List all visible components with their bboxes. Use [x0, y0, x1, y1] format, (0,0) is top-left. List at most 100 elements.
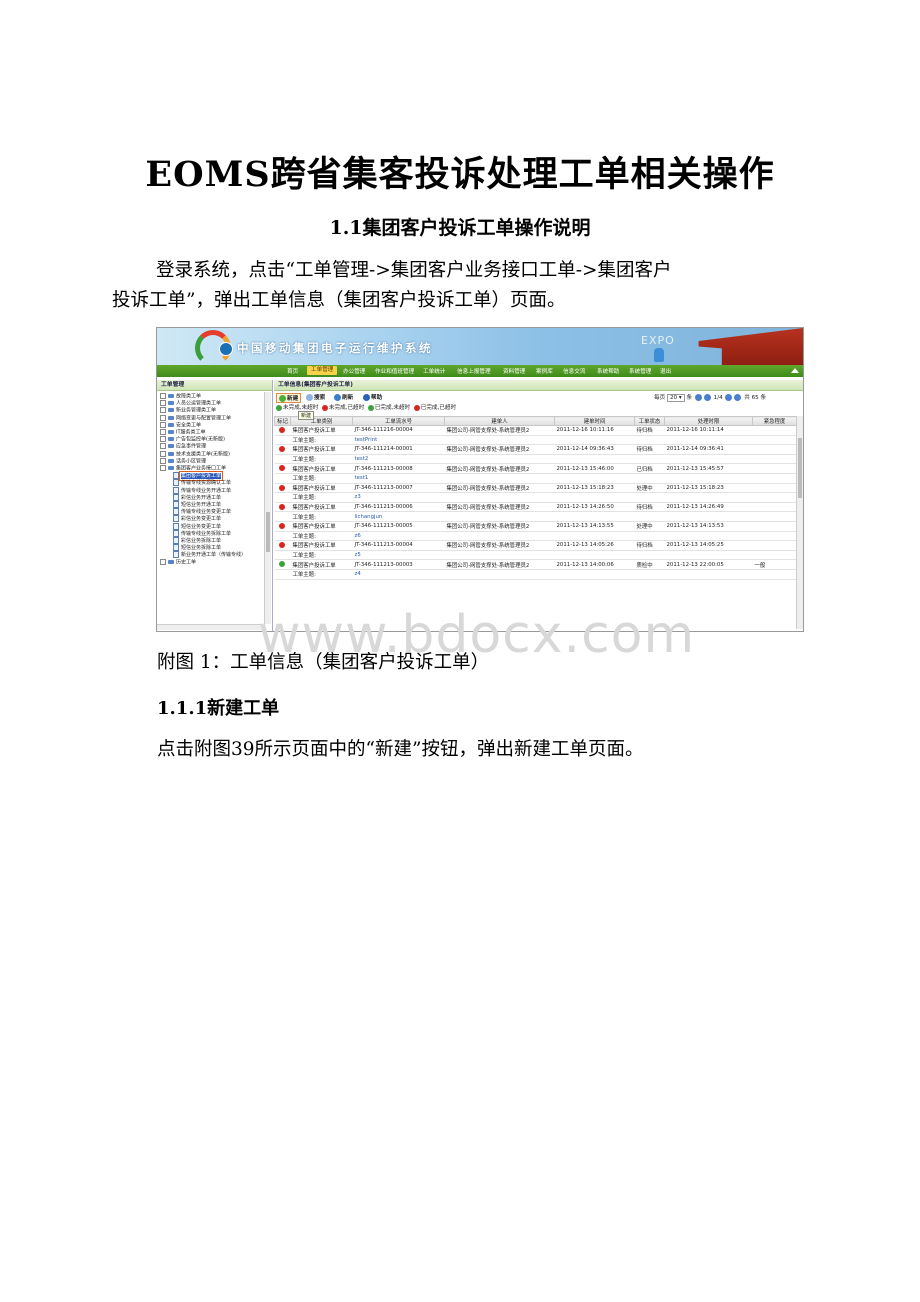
- subject-link[interactable]: test2: [352, 454, 797, 465]
- embedded-screenshot: 中国移动集团电子运行维护系统 EXPO 首页 工单管理 办公管理 作业和值班管理 工单统…: [156, 327, 804, 632]
- subject-link[interactable]: testPrint: [352, 435, 797, 446]
- cell-type: 集团客户投诉工单: [290, 444, 353, 455]
- subject-link[interactable]: z4: [352, 569, 797, 580]
- document-icon: [173, 501, 179, 508]
- column-header[interactable]: 建单时间: [554, 416, 635, 426]
- expand-icon[interactable]: [160, 450, 166, 457]
- menu-item[interactable]: 工单管理: [307, 366, 338, 375]
- next-page-icon[interactable]: [725, 394, 733, 401]
- empty-cell: [274, 531, 291, 542]
- table-row[interactable]: 集团客户投诉工单 JT-346-111213-00004 集团公司-网管支撑处-系统…: [274, 540, 797, 551]
- refresh-button[interactable]: 刷新: [334, 393, 353, 401]
- expand-icon[interactable]: [160, 414, 166, 421]
- left-scroll-thumb[interactable]: [266, 512, 270, 552]
- menu-item[interactable]: 系统帮助: [597, 367, 619, 375]
- search-button[interactable]: 搜索: [306, 393, 325, 401]
- legend-item: 已完成,已超时: [420, 405, 457, 411]
- table-row[interactable]: 集团客户投诉工单 JT-346-111213-00006 集团公司-网管支撑处-系统…: [274, 502, 797, 513]
- expand-icon[interactable]: [160, 421, 166, 428]
- prev-page-icon[interactable]: [703, 394, 711, 401]
- table-row[interactable]: 集团客户投诉工单 JT-346-111216-00004 集团公司-网管支撑处-系统…: [274, 425, 797, 436]
- table-row-subject[interactable]: 工单主题: z6: [274, 531, 797, 542]
- status-legend: 未完成,未超时 未完成,已超时 已完成,未超时 已完成,已超时: [276, 403, 456, 411]
- menu-item[interactable]: 资料管理: [503, 367, 525, 375]
- cell-state: 待归档: [634, 425, 665, 436]
- app-banner: 中国移动集团电子运行维护系统 EXPO: [157, 328, 803, 366]
- subject-link[interactable]: z3: [352, 492, 797, 503]
- column-header[interactable]: 工单状态: [634, 416, 665, 426]
- column-header[interactable]: 工单流水号: [352, 416, 445, 426]
- table-row-subject[interactable]: 工单主题: z3: [274, 492, 797, 503]
- cell-created: 2011-12-13 14:13:55: [554, 521, 635, 532]
- menu-item[interactable]: 案例库: [536, 367, 553, 375]
- folder-icon: [168, 451, 174, 456]
- subject-link[interactable]: z5: [352, 550, 797, 561]
- table-scroll-thumb[interactable]: [798, 438, 802, 498]
- subject-link[interactable]: z6: [352, 531, 797, 542]
- table-row[interactable]: 集团客户投诉工单 JT-346-111213-00007 集团公司-网管支撑处-系统…: [274, 483, 797, 494]
- column-header[interactable]: 处理时限: [664, 416, 753, 426]
- table-row-subject[interactable]: 工单主题: z4: [274, 569, 797, 580]
- cell-creator: 集团公司-网管支撑处-系统管理员2: [444, 521, 555, 532]
- expand-icon[interactable]: [160, 400, 166, 407]
- intro-line-2: 投诉工单”，弹出工单信息（集团客户投诉工单）页面。: [112, 290, 566, 311]
- expand-icon[interactable]: [160, 436, 166, 443]
- cell-state: 处理中: [634, 521, 665, 532]
- tree-item-label: 人员公运管理类工单: [176, 400, 222, 407]
- expand-icon[interactable]: [160, 465, 166, 471]
- menu-item[interactable]: 首页: [287, 367, 298, 375]
- expand-icon[interactable]: [160, 407, 166, 414]
- first-page-icon[interactable]: [694, 394, 702, 401]
- menu-item[interactable]: 信息上报管理: [457, 367, 491, 375]
- total-count: 共 65 条: [744, 395, 767, 401]
- menu-item[interactable]: 办公管理: [343, 367, 365, 375]
- new-button-tooltip: 新建: [298, 411, 315, 420]
- menu-item[interactable]: 工单统计: [423, 367, 445, 375]
- expand-icon[interactable]: [160, 393, 166, 399]
- subject-label: 工单主题:: [290, 435, 353, 446]
- cell-creator: 集团公司-网管支撑处-系统管理员2: [444, 559, 555, 570]
- search-icon: [306, 394, 313, 401]
- expand-icon[interactable]: [160, 558, 166, 565]
- per-page-select[interactable]: 20 ▾: [666, 394, 685, 402]
- column-header[interactable]: 紧急程度: [752, 416, 797, 426]
- folder-icon: [168, 444, 174, 449]
- cell-created: 2011-12-13 15:46:00: [554, 463, 635, 474]
- status-cell: [274, 463, 291, 474]
- cell-urgency: 一般: [752, 559, 797, 570]
- menu-item[interactable]: 退出: [660, 367, 671, 375]
- column-header[interactable]: 建单人: [444, 416, 555, 426]
- status-overdue-icon: [279, 446, 285, 453]
- table-scrollbar[interactable]: [796, 416, 803, 629]
- table-row-subject[interactable]: 工单主题: z5: [274, 550, 797, 561]
- subject-label: 工单主题:: [290, 531, 353, 542]
- subject-link[interactable]: lichangjun: [352, 511, 797, 522]
- empty-cell: [274, 435, 291, 446]
- table-row[interactable]: 集团客户投诉工单 JT-346-111213-00008 集团公司-网管支撑处-系统…: [274, 463, 797, 474]
- table-row-subject[interactable]: 工单主题: testPrint: [274, 435, 797, 446]
- left-scrollbar[interactable]: [264, 392, 271, 624]
- tree-item[interactable]: 历史工单: [160, 558, 196, 567]
- table-row-subject[interactable]: 工单主题: test2: [274, 454, 797, 465]
- expand-icon[interactable]: [160, 443, 166, 450]
- left-horizontal-scrollbar[interactable]: [157, 624, 264, 630]
- subject-link[interactable]: test1: [352, 473, 797, 484]
- help-button[interactable]: 帮助: [363, 393, 382, 401]
- folder-icon: [168, 401, 174, 406]
- table-row[interactable]: 集团客户投诉工单 JT-346-111213-00003 集团公司-网管支撑处-系统…: [274, 559, 797, 570]
- empty-cell: [274, 473, 291, 484]
- collapse-arrow-icon[interactable]: [791, 368, 799, 373]
- menu-item[interactable]: 信息交流: [563, 367, 585, 375]
- column-header[interactable]: 标记: [274, 416, 291, 426]
- table-row[interactable]: 集团客户投诉工单 JT-346-111214-00001 集团公司-网管支撑处-系统…: [274, 444, 797, 455]
- expand-icon[interactable]: [160, 429, 166, 435]
- last-page-icon[interactable]: [734, 394, 742, 401]
- new-button[interactable]: 新建: [276, 393, 302, 403]
- menu-item[interactable]: 系统管理: [629, 367, 651, 375]
- expand-icon[interactable]: [160, 457, 166, 464]
- table-row-subject[interactable]: 工单主题: test1: [274, 473, 797, 484]
- menu-item[interactable]: 作业和值班管理: [375, 367, 414, 375]
- table-row[interactable]: 集团客户投诉工单 JT-346-111213-00005 集团公司-网管支撑处-系统…: [274, 521, 797, 532]
- status-cell: [274, 444, 291, 455]
- table-row-subject[interactable]: 工单主题: lichangjun: [274, 511, 797, 522]
